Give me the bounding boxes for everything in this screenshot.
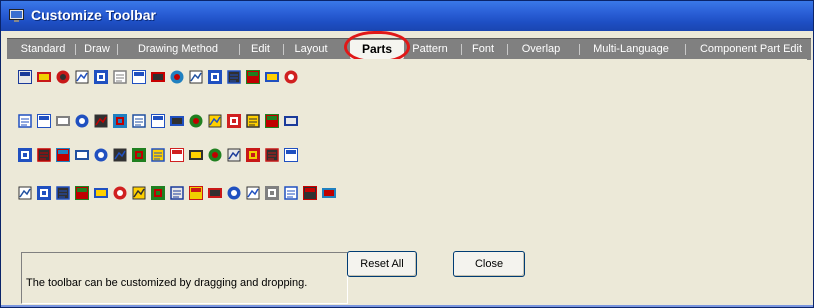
comment-icon[interactable] (188, 69, 204, 85)
customize-toolbar-window: Customize Toolbar Standard Draw Drawing … (0, 0, 814, 308)
window-icon[interactable] (169, 185, 185, 201)
tab-font[interactable]: Font (467, 39, 499, 60)
numeric-display-icon[interactable] (74, 69, 90, 85)
print-icon[interactable] (245, 147, 261, 163)
flask-icon[interactable] (17, 147, 33, 163)
close-button[interactable]: Close (453, 251, 525, 277)
input-icon[interactable] (302, 185, 318, 201)
tab-separator (117, 44, 118, 55)
tab-drawing-method[interactable]: Drawing Method (122, 39, 234, 60)
report-icon[interactable] (245, 185, 261, 201)
chart-icon[interactable] (264, 69, 280, 85)
tab-standard[interactable]: Standard (12, 39, 74, 60)
grid-icon[interactable] (74, 185, 90, 201)
status-box: The toolbar can be customized by draggin… (21, 252, 348, 304)
image-icon[interactable] (207, 147, 223, 163)
bell-icon[interactable] (36, 147, 52, 163)
title-bar[interactable]: Customize Toolbar (1, 1, 813, 31)
tag-icon[interactable] (188, 147, 204, 163)
graph-icon[interactable] (55, 113, 71, 129)
log-icon[interactable] (112, 185, 128, 201)
monitor-icon[interactable] (112, 147, 128, 163)
line-graph-icon[interactable] (150, 113, 166, 129)
message-display-icon[interactable] (112, 69, 128, 85)
window-border (1, 305, 813, 307)
parts-icon[interactable] (169, 147, 185, 163)
list-icon[interactable] (17, 185, 33, 201)
switch-icon[interactable] (36, 69, 52, 85)
view-icon[interactable] (150, 185, 166, 201)
tab-separator (507, 44, 508, 55)
tab-separator (239, 44, 240, 55)
meter-icon[interactable] (17, 113, 33, 129)
calendar-icon[interactable] (226, 113, 242, 129)
pie-graph-icon[interactable] (283, 69, 299, 85)
keypad-icon[interactable] (226, 69, 242, 85)
data-table-icon[interactable] (131, 69, 147, 85)
panel-icon[interactable] (55, 185, 71, 201)
edit-icon[interactable] (131, 185, 147, 201)
tab-separator (283, 44, 284, 55)
tab-draw[interactable]: Draw (78, 39, 116, 60)
video-icon[interactable] (131, 147, 147, 163)
tab-separator (685, 44, 686, 55)
slider-icon[interactable] (321, 185, 337, 201)
radio-button-icon[interactable] (36, 185, 52, 201)
tab-layout[interactable]: Layout (287, 39, 335, 60)
timer-icon[interactable] (283, 113, 299, 129)
frame-icon[interactable] (245, 113, 261, 129)
file-icon[interactable] (226, 185, 242, 201)
calculator-icon[interactable] (207, 69, 223, 85)
alarm-icon[interactable] (169, 113, 185, 129)
clock-icon[interactable] (264, 185, 280, 201)
status-text: The toolbar can be customized by draggin… (26, 277, 308, 289)
pattern-icon[interactable] (36, 113, 52, 129)
abc-display-icon[interactable] (93, 69, 109, 85)
data-icon[interactable] (283, 185, 299, 201)
jpeg-icon[interactable] (93, 147, 109, 163)
tab-separator (461, 44, 462, 55)
animation-icon[interactable] (93, 113, 109, 129)
reset-all-button[interactable]: Reset All (347, 251, 417, 277)
tab-overlap[interactable]: Overlap (515, 39, 567, 60)
tab-component-part-edit[interactable]: Component Part Edit (693, 39, 809, 60)
tab-separator (75, 44, 76, 55)
folder-icon[interactable] (188, 185, 204, 201)
backup-icon[interactable] (264, 147, 280, 163)
tab-edit[interactable]: Edit (244, 39, 277, 60)
historical-data-icon[interactable] (131, 113, 147, 129)
lamp-icon[interactable] (55, 69, 71, 85)
window-screen-icon[interactable] (17, 69, 33, 85)
trend-icon[interactable] (245, 69, 261, 85)
macro-folder-icon[interactable] (207, 185, 223, 201)
sheet-icon[interactable] (264, 113, 280, 129)
speaker-icon[interactable] (74, 147, 90, 163)
record-icon[interactable] (93, 185, 109, 201)
network-icon[interactable] (55, 147, 71, 163)
card-icon[interactable] (188, 113, 204, 129)
palette-icon[interactable] (283, 147, 299, 163)
macro-icon[interactable] (207, 113, 223, 129)
tab-pattern[interactable]: Pattern (407, 39, 453, 60)
pen-icon[interactable] (169, 69, 185, 85)
monitor-icon (9, 8, 24, 22)
picture-icon[interactable] (74, 113, 90, 129)
bar-graph-icon[interactable] (150, 69, 166, 85)
tab-separator (579, 44, 580, 55)
recipe-icon[interactable] (226, 147, 242, 163)
historical-trend-icon[interactable] (112, 113, 128, 129)
tab-multi-language[interactable]: Multi-Language (587, 39, 675, 60)
tree-icon[interactable] (150, 147, 166, 163)
window-title: Customize Toolbar (31, 7, 156, 23)
toolbar-icons-panel: The toolbar can be customized by draggin… (7, 59, 807, 304)
